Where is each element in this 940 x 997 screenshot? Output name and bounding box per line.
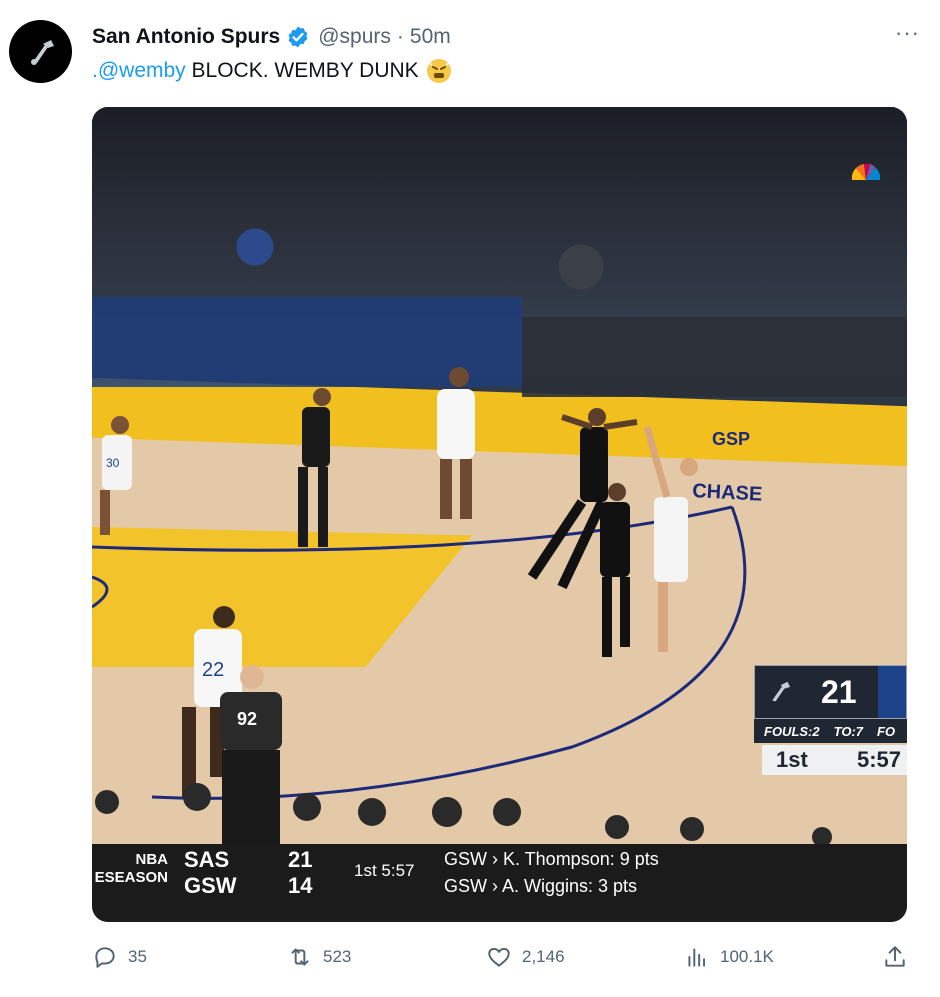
ticker-score1: 21 (288, 847, 313, 872)
tweet-text: .@wemby BLOCK. WEMBY DUNK (92, 56, 453, 86)
verified-badge-icon (286, 25, 310, 49)
timeouts-text: TO:7 (833, 723, 864, 739)
repost-button[interactable]: 523 (287, 944, 351, 970)
reply-button[interactable]: 35 (92, 944, 147, 970)
fouls-text: FOULS:2 (764, 723, 820, 739)
court-chase-text: CHASE (692, 480, 763, 506)
gsw-player-shooter (643, 426, 698, 652)
ticker-stat1: GSW › K. Thompson: 9 pts (444, 849, 659, 869)
ticker-teams: SAS GSW (184, 844, 237, 899)
ticker-score2: 14 (288, 873, 313, 898)
score-bug-score: 21 (821, 673, 857, 710)
views-chart-icon (688, 948, 706, 967)
timestamp[interactable]: 50m (410, 25, 451, 49)
game-scene: CHASE GSP 30 22 92 (92, 163, 907, 847)
opp-fouls-text: FO (877, 723, 896, 739)
heart-icon (488, 947, 510, 967)
video-media[interactable]: CHASE GSP 30 22 92 21 FOULS:2 TO:7 FO 1s… (92, 107, 907, 922)
ticker-clock: 1st 5:57 (354, 861, 415, 880)
gsw-player-center (437, 367, 475, 519)
reply-icon (95, 947, 115, 968)
ticker-stat2: GSW › A. Wiggins: 3 pts (444, 876, 638, 896)
ticker-scores: 21 14 (288, 844, 312, 899)
tweet-header: San Antonio Spurs @spurs · 50m ··· (92, 20, 920, 54)
ticker-team2: GSW (184, 873, 237, 898)
score-ticker: NBA ESEASON SAS GSW 21 14 1st 5:57 GSW ›… (92, 844, 907, 922)
author-name[interactable]: San Antonio Spurs (92, 25, 280, 49)
score-bug-fouls: FOULS:2 TO:7 FO (754, 719, 907, 743)
angry-face-emoji-icon (425, 57, 453, 85)
share-icon (885, 946, 905, 967)
views-button[interactable]: 100.1K (684, 944, 774, 970)
svg-text:22: 22 (202, 659, 224, 681)
more-options-icon[interactable]: ··· (895, 20, 920, 46)
svg-text:92: 92 (237, 709, 257, 729)
score-bug: 21 FOULS:2 TO:7 FO 1st 5:57 (754, 665, 907, 777)
clock-text: 5:57 (856, 747, 901, 772)
ticker-league-line1: NBA (135, 851, 169, 868)
svg-text:30: 30 (106, 456, 120, 470)
nbc-peacock-icon (851, 163, 881, 180)
repost-icon (291, 948, 309, 966)
spurs-logo-icon (30, 39, 54, 65)
action-bar: 35 523 2,146 100.1K (92, 944, 907, 976)
player-30: 30 (100, 416, 132, 535)
spurs-player-defender (600, 483, 630, 657)
author-handle[interactable]: @spurs (318, 25, 391, 49)
avatar[interactable] (9, 20, 72, 83)
tweet-body: BLOCK. WEMBY DUNK (185, 59, 419, 82)
share-button[interactable] (882, 944, 908, 970)
repost-count: 523 (323, 947, 352, 966)
separator-dot: · (396, 25, 404, 48)
like-count: 2,146 (522, 947, 565, 966)
score-bug-clock: 1st 5:57 (762, 745, 907, 775)
score-bug-top: 21 (754, 665, 907, 719)
mention-link[interactable]: .@wemby (92, 56, 186, 86)
ticker-team1: SAS (184, 847, 230, 872)
warriors-bug-logo-icon (878, 666, 906, 718)
ticker-stats: GSW › K. Thompson: 9 pts GSW › A. Wiggin… (444, 844, 659, 900)
views-count: 100.1K (720, 947, 774, 966)
ticker-league: NBA ESEASON (92, 844, 168, 887)
referee: 92 (220, 665, 282, 845)
like-button[interactable]: 2,146 (486, 944, 565, 970)
court-gsw-text: GSP (712, 429, 750, 449)
ticker-league-line2: ESEASON (94, 869, 168, 886)
reply-count: 35 (128, 947, 147, 966)
spurs-player-left (298, 388, 331, 547)
period-text: 1st (776, 747, 808, 772)
spurs-bug-logo-icon (755, 668, 803, 716)
